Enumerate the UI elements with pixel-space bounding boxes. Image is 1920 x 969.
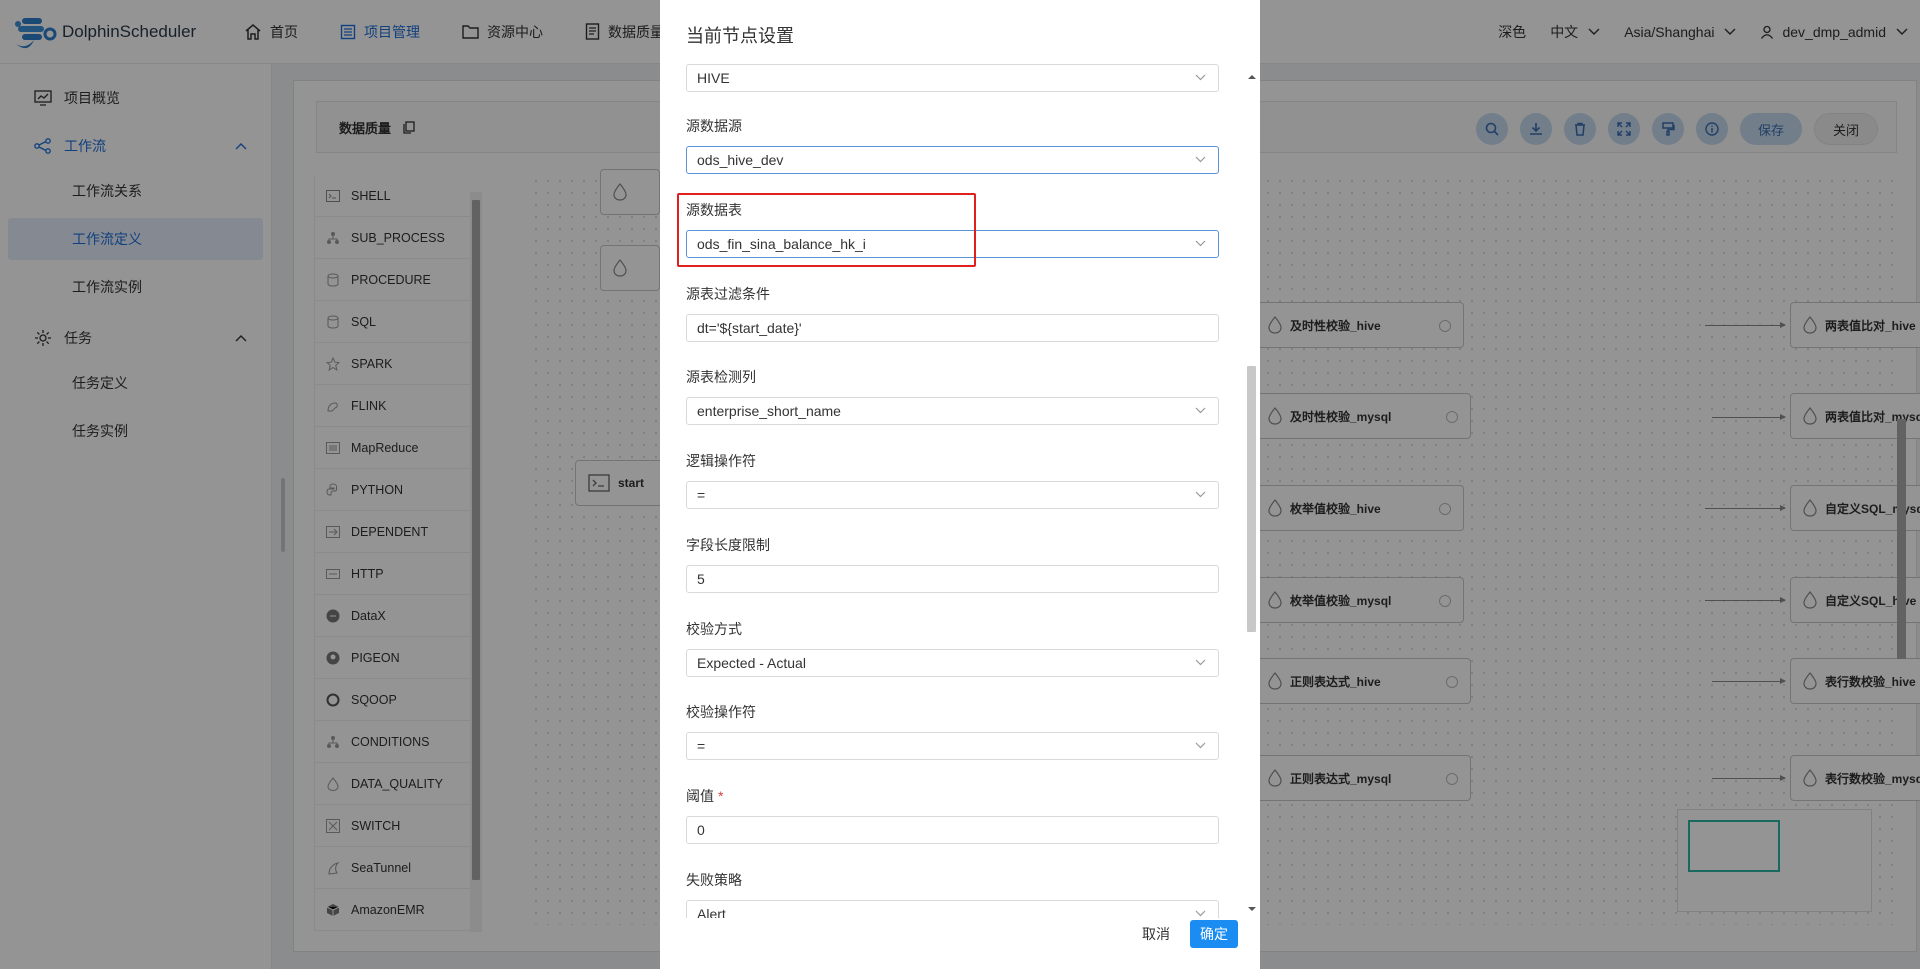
source-datasource-select[interactable]: ods_hive_dev	[686, 146, 1219, 174]
confirm-button[interactable]: 确定	[1190, 920, 1238, 948]
source-type-group: HIVE	[686, 62, 1220, 92]
select-value: ods_hive_dev	[697, 152, 784, 168]
node-settings-drawer: 当前节点设置 HIVE 源数据源 ods_hive_dev 源数据表 ods_f…	[660, 0, 1260, 969]
select-value: Expected - Actual	[697, 655, 806, 671]
operator-select[interactable]: =	[686, 732, 1219, 760]
failure-strategy-group: 失败策略 Alert	[686, 870, 1220, 918]
check-column-group: 源表检测列 enterprise_short_name	[686, 367, 1220, 425]
cancel-button[interactable]: 取消	[1142, 924, 1170, 944]
source-type-select[interactable]: HIVE	[686, 64, 1219, 92]
logic-operator-group: 逻辑操作符 =	[686, 451, 1220, 509]
chevron-down-icon	[1195, 742, 1206, 749]
highlight-box	[677, 193, 976, 267]
field-label: 校验操作符	[686, 704, 756, 720]
failure-strategy-select[interactable]: Alert	[686, 900, 1219, 918]
threshold-input[interactable]: 0	[686, 816, 1219, 844]
select-value: enterprise_short_name	[697, 403, 841, 419]
chevron-down-icon	[1195, 407, 1206, 414]
input-value: 5	[697, 571, 705, 587]
input-value: dt='${start_date}'	[697, 320, 802, 336]
input-value: 0	[697, 822, 705, 838]
check-column-select[interactable]: enterprise_short_name	[686, 397, 1219, 425]
field-length-input[interactable]: 5	[686, 565, 1219, 593]
field-label: 阈值 *	[686, 786, 1220, 806]
scroll-down-icon[interactable]	[1247, 906, 1257, 912]
operator-group: 校验操作符 =	[686, 702, 1220, 760]
select-value: HIVE	[697, 70, 730, 86]
field-label: 源表过滤条件	[686, 286, 770, 302]
drawer-title: 当前节点设置	[686, 26, 794, 46]
check-type-group: 校验方式 Expected - Actual	[686, 619, 1220, 677]
source-datasource-group: 源数据源 ods_hive_dev	[686, 116, 1220, 174]
chevron-down-icon	[1195, 156, 1206, 163]
logic-operator-select[interactable]: =	[686, 481, 1219, 509]
field-length-group: 字段长度限制 5	[686, 535, 1220, 593]
field-label: 校验方式	[686, 621, 742, 637]
threshold-label: 阈值	[686, 788, 714, 804]
chevron-down-icon	[1195, 74, 1206, 81]
node-settings-form: HIVE 源数据源 ods_hive_dev 源数据表 ods_fin_sina…	[686, 62, 1220, 918]
select-value: =	[697, 738, 706, 754]
chevron-down-icon	[1195, 910, 1206, 917]
filter-input[interactable]: dt='${start_date}'	[686, 314, 1219, 342]
chevron-down-icon	[1195, 240, 1206, 247]
field-label: 失败策略	[686, 872, 742, 888]
select-value: Alert	[697, 906, 726, 918]
chevron-down-icon	[1195, 659, 1206, 666]
scroll-up-icon[interactable]	[1247, 74, 1257, 80]
filter-group: 源表过滤条件 dt='${start_date}'	[686, 284, 1220, 342]
check-type-select[interactable]: Expected - Actual	[686, 649, 1219, 677]
select-value: =	[697, 487, 706, 503]
threshold-group: 阈值 * 0	[686, 786, 1220, 844]
field-label: 源表检测列	[686, 369, 756, 385]
chevron-down-icon	[1195, 491, 1206, 498]
drawer-scrollbar[interactable]	[1245, 68, 1257, 920]
field-label: 源数据源	[686, 118, 742, 134]
field-label: 字段长度限制	[686, 537, 770, 553]
field-label: 逻辑操作符	[686, 453, 756, 469]
required-marker: *	[718, 788, 724, 804]
